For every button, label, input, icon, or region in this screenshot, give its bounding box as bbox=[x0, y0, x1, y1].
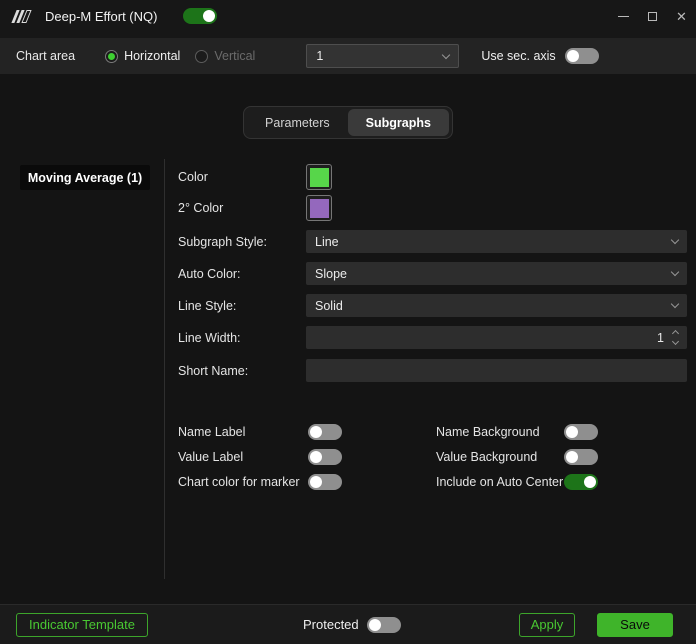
chevron-down-icon bbox=[670, 267, 680, 277]
subgraph-list-sidebar: Moving Average (1) bbox=[0, 139, 164, 604]
app-logo-icon bbox=[11, 9, 32, 23]
indicator-enabled-toggle[interactable] bbox=[183, 8, 218, 24]
maximize-button[interactable] bbox=[638, 3, 667, 29]
radio-vertical-label: Vertical bbox=[214, 49, 256, 63]
tab-subgraphs[interactable]: Subgraphs bbox=[347, 109, 449, 136]
subgraph-style-label: Subgraph Style: bbox=[178, 234, 267, 249]
line-width-row: Line Width: bbox=[178, 326, 687, 349]
auto-color-row: Auto Color: Slope bbox=[178, 262, 687, 285]
radio-horizontal[interactable]: Horizontal bbox=[105, 49, 180, 63]
color-picker-button[interactable] bbox=[306, 164, 332, 190]
radio-horizontal-label: Horizontal bbox=[124, 49, 181, 63]
chevron-up-icon bbox=[671, 329, 680, 338]
chart-color-marker-toggle[interactable] bbox=[308, 474, 342, 490]
chart-color-marker-row: Chart color for marker bbox=[178, 474, 436, 490]
include-auto-center-text: Include on Auto Center bbox=[436, 475, 564, 489]
maximize-icon bbox=[648, 11, 657, 21]
chart-area-label: Chart area bbox=[16, 49, 76, 63]
line-style-label: Line Style: bbox=[178, 298, 237, 313]
color-label: Color bbox=[178, 170, 208, 184]
chart-area-number-dropdown[interactable]: 1 bbox=[306, 44, 460, 68]
line-style-dropdown[interactable]: Solid bbox=[306, 294, 687, 317]
include-auto-center-row: Include on Auto Center bbox=[436, 474, 687, 490]
indicator-settings-window: Deep-M Effort (NQ) ✕ Chart area Horizont… bbox=[0, 0, 696, 644]
color-swatch bbox=[309, 167, 329, 187]
toggle-grid: Name Label Value Label Chart color for m… bbox=[178, 424, 687, 499]
auto-color-dropdown[interactable]: Slope bbox=[306, 262, 687, 285]
chevron-down-icon bbox=[671, 337, 680, 346]
color2-picker-button[interactable] bbox=[306, 195, 332, 221]
short-name-input[interactable] bbox=[314, 359, 681, 382]
name-background-row: Name Background bbox=[436, 424, 687, 440]
radio-horizontal-circle bbox=[105, 49, 119, 63]
protected-group: Protected bbox=[303, 616, 401, 633]
name-label-text: Name Label bbox=[178, 425, 246, 439]
toggle-column-left: Name Label Value Label Chart color for m… bbox=[178, 424, 436, 499]
title-bar: Deep-M Effort (NQ) ✕ bbox=[0, 0, 696, 38]
window-title: Deep-M Effort (NQ) bbox=[45, 8, 158, 24]
sec-axis-label: Use sec. axis bbox=[481, 49, 556, 63]
protected-label: Protected bbox=[303, 617, 359, 632]
tab-parameters[interactable]: Parameters bbox=[247, 109, 348, 136]
color2-label: 2° Color bbox=[178, 201, 224, 215]
value-background-row: Value Background bbox=[436, 449, 687, 465]
indicator-template-button[interactable]: Indicator Template bbox=[16, 612, 148, 637]
line-style-row: Line Style: Solid bbox=[178, 294, 687, 317]
include-auto-center-toggle[interactable] bbox=[564, 474, 598, 490]
tabs-row: Parameters Subgraphs bbox=[0, 106, 696, 139]
body: Moving Average (1) Color 2° Color Subgra… bbox=[0, 139, 696, 604]
line-width-label: Line Width: bbox=[178, 330, 241, 345]
subgraph-settings-panel: Color 2° Color Subgraph Style: Line Auto… bbox=[165, 139, 696, 604]
protected-toggle[interactable] bbox=[366, 616, 401, 633]
radio-vertical[interactable]: Vertical bbox=[195, 49, 255, 63]
auto-color-value: Slope bbox=[315, 266, 347, 281]
short-name-row: Short Name: bbox=[178, 359, 687, 382]
apply-button[interactable]: Apply bbox=[519, 612, 575, 637]
close-button[interactable]: ✕ bbox=[667, 3, 696, 29]
radio-vertical-circle bbox=[195, 49, 209, 63]
short-name-field bbox=[306, 359, 687, 382]
color2-swatch bbox=[309, 198, 329, 218]
minimize-icon bbox=[618, 15, 629, 17]
value-label-toggle[interactable] bbox=[308, 449, 342, 465]
chart-color-marker-text: Chart color for marker bbox=[178, 475, 300, 489]
auto-color-label: Auto Color: bbox=[178, 266, 241, 281]
name-label-toggle[interactable] bbox=[308, 424, 342, 440]
tab-group: Parameters Subgraphs bbox=[243, 106, 453, 139]
subgraph-style-dropdown[interactable]: Line bbox=[306, 230, 687, 253]
line-style-value: Solid bbox=[315, 298, 343, 313]
name-label-row: Name Label bbox=[178, 424, 436, 440]
close-icon: ✕ bbox=[676, 8, 687, 24]
window-controls: ✕ bbox=[609, 0, 696, 32]
chevron-down-icon bbox=[670, 299, 680, 309]
minimize-button[interactable] bbox=[609, 3, 638, 29]
value-background-text: Value Background bbox=[436, 450, 538, 464]
value-label-text: Value Label bbox=[178, 450, 244, 464]
chevron-down-icon bbox=[442, 50, 451, 59]
save-button[interactable]: Save bbox=[597, 612, 673, 637]
sidebar-item-moving-average[interactable]: Moving Average (1) bbox=[20, 165, 150, 190]
short-name-label: Short Name: bbox=[178, 363, 249, 378]
line-width-input[interactable] bbox=[314, 326, 670, 349]
subgraph-style-value: Line bbox=[315, 234, 339, 249]
value-background-toggle[interactable] bbox=[564, 449, 598, 465]
chart-area-bar: Chart area Horizontal Vertical 1 Use sec… bbox=[0, 38, 696, 74]
color-row: Color bbox=[178, 164, 687, 190]
subgraph-style-row: Subgraph Style: Line bbox=[178, 230, 687, 253]
toggle-column-right: Name Background Value Background Include… bbox=[436, 424, 687, 499]
line-width-stepper[interactable] bbox=[670, 329, 681, 346]
chevron-down-icon bbox=[670, 235, 680, 245]
name-background-toggle[interactable] bbox=[564, 424, 598, 440]
sec-axis-toggle[interactable] bbox=[564, 48, 599, 64]
footer-bar: Indicator Template Protected Apply Save bbox=[0, 604, 696, 644]
value-label-row: Value Label bbox=[178, 449, 436, 465]
chart-area-number-value: 1 bbox=[316, 49, 324, 63]
name-background-text: Name Background bbox=[436, 425, 540, 439]
color2-row: 2° Color bbox=[178, 195, 687, 221]
line-width-field bbox=[306, 326, 687, 349]
